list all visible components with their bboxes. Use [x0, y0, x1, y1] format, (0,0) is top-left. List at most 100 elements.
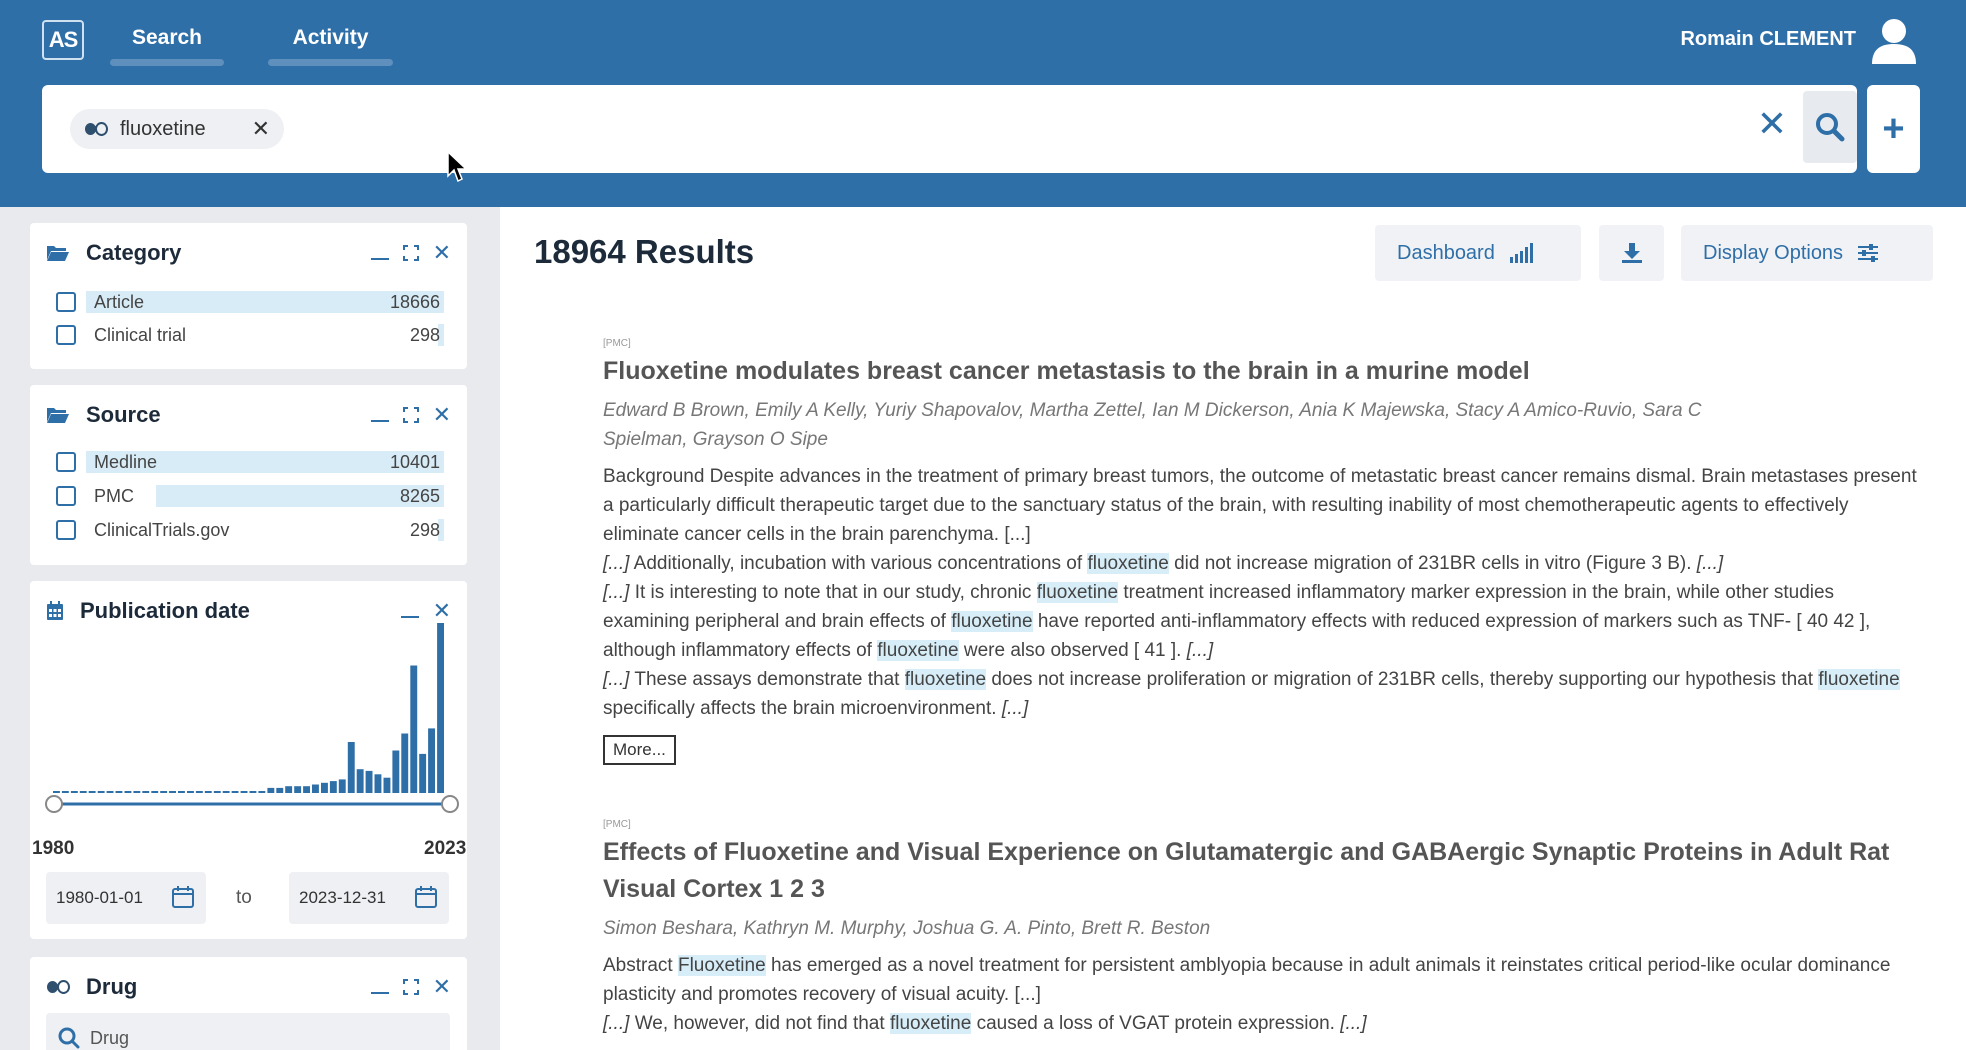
- category-item-article[interactable]: Article 18666: [56, 289, 450, 315]
- maximize-icon[interactable]: [402, 245, 419, 261]
- maximize-icon[interactable]: [402, 979, 419, 995]
- close-icon[interactable]: ✕: [433, 242, 451, 264]
- ellipsis: [...]: [1004, 524, 1031, 545]
- user-name[interactable]: Romain CLEMENT: [1680, 28, 1856, 51]
- source-item-medline[interactable]: Medline 10401: [56, 449, 450, 475]
- source-title: Source: [86, 402, 161, 427]
- tab-activity[interactable]: Activity: [268, 26, 393, 66]
- category-title: Category: [86, 240, 182, 265]
- abstract-text: It is interesting to note that in our st…: [634, 582, 1032, 603]
- mouse-cursor-icon: [447, 150, 468, 183]
- chip-remove-icon[interactable]: ✕: [252, 116, 270, 142]
- dashboard-button[interactable]: Dashboard: [1375, 225, 1581, 281]
- result-title[interactable]: Fluoxetine modulates breast cancer metas…: [603, 353, 1923, 390]
- search-button[interactable]: [1803, 91, 1857, 163]
- abstract-text: We, however, did not find that: [634, 1013, 885, 1034]
- filter-count: 298: [409, 324, 440, 345]
- dashboard-label: Dashboard: [1397, 241, 1495, 264]
- histogram-bar: [285, 786, 293, 793]
- display-options-label: Display Options: [1703, 241, 1844, 264]
- histogram-bar: [383, 777, 391, 793]
- histogram-bar: [169, 791, 176, 793]
- abstract-text: did not increase migration of 231BR cell…: [1174, 553, 1692, 574]
- histogram-bar: [374, 774, 382, 793]
- histogram-bar: [276, 787, 284, 793]
- ellipsis: [...]: [603, 1013, 630, 1034]
- calendar-icon[interactable]: [172, 886, 194, 908]
- histogram-bar: [249, 791, 257, 793]
- abstract-text: These assays demonstrate that: [634, 669, 900, 690]
- highlighted-term: fluoxetine: [1818, 669, 1900, 690]
- drug-search-input[interactable]: Drug: [46, 1013, 450, 1050]
- range-min-label: 1980: [32, 838, 75, 859]
- histogram-bar: [312, 784, 319, 793]
- checkbox[interactable]: [56, 520, 76, 540]
- folder-open-icon: [47, 246, 69, 261]
- publication-histogram[interactable]: [30, 621, 467, 821]
- filter-count: 8265: [399, 485, 440, 506]
- histogram-bar: [401, 733, 409, 793]
- highlighted-term: fluoxetine: [951, 611, 1033, 632]
- date-to-input[interactable]: 2023-12-31: [289, 872, 449, 924]
- highlighted-term: fluoxetine: [904, 669, 987, 690]
- category-item-clinical-trial[interactable]: Clinical trial 298: [56, 322, 450, 348]
- filter-label: PMC: [94, 485, 134, 506]
- range-slider-min-handle[interactable]: [45, 795, 63, 813]
- result-authors: Edward B Brown, Emily A Kelly, Yuriy Sha…: [603, 396, 1923, 454]
- source-item-clinicaltrials[interactable]: ClinicalTrials.gov 298: [56, 517, 450, 543]
- search-box[interactable]: fluoxetine ✕ ✕: [42, 85, 1857, 173]
- highlighted-term: fluoxetine: [1087, 553, 1169, 574]
- tab-activity-label: Activity: [292, 26, 369, 49]
- highlighted-term: Fluoxetine: [677, 955, 766, 976]
- close-icon[interactable]: ✕: [433, 976, 451, 998]
- histogram-bar: [410, 665, 418, 793]
- app-logo[interactable]: AS: [42, 20, 84, 60]
- date-to-value: 2023-12-31: [299, 888, 386, 907]
- plus-icon: +: [1882, 107, 1905, 150]
- source-item-pmc[interactable]: PMC 8265: [56, 483, 450, 509]
- filter-sidebar[interactable]: Category ✕ Article 18666 Clinical trial …: [0, 207, 500, 1050]
- histogram-bar: [329, 781, 337, 793]
- histogram-bar: [70, 791, 78, 793]
- histogram-bar: [142, 791, 150, 793]
- abstract-text: Background Despite advances in the treat…: [603, 466, 1917, 545]
- results-pane[interactable]: 18964 Results Dashboard Display Options …: [500, 207, 1966, 1050]
- range-slider-max-handle[interactable]: [441, 795, 459, 813]
- histogram-bar: [106, 791, 114, 793]
- filter-label: Article: [94, 291, 145, 312]
- maximize-icon[interactable]: [402, 407, 419, 423]
- close-icon[interactable]: ✕: [433, 600, 451, 622]
- checkbox[interactable]: [56, 292, 76, 312]
- search-chip-label: fluoxetine: [120, 117, 206, 140]
- minimize-icon[interactable]: [400, 604, 419, 618]
- clear-search-icon[interactable]: ✕: [1757, 103, 1787, 145]
- checkbox[interactable]: [56, 325, 76, 345]
- filter-count: 10401: [389, 451, 440, 472]
- calendar-icon[interactable]: [415, 886, 437, 908]
- histogram-bar: [240, 791, 248, 793]
- user-avatar-icon[interactable]: [1868, 14, 1920, 66]
- minimize-icon[interactable]: [370, 246, 389, 260]
- histogram-bar: [294, 786, 302, 793]
- minimize-icon[interactable]: [370, 408, 389, 422]
- checkbox[interactable]: [56, 452, 76, 472]
- histogram-bar: [365, 770, 373, 793]
- more-button[interactable]: More...: [603, 735, 676, 765]
- highlighted-term: fluoxetine: [1036, 582, 1119, 603]
- tab-search[interactable]: Search: [110, 26, 224, 66]
- result-title[interactable]: Effects of Fluoxetine and Visual Experie…: [603, 834, 1923, 908]
- search-chip[interactable]: fluoxetine ✕: [70, 109, 284, 149]
- histogram-bar: [258, 791, 266, 793]
- abstract-text: were also observed [ 41 ].: [963, 640, 1182, 661]
- checkbox[interactable]: [56, 486, 76, 506]
- histogram-bar: [338, 779, 346, 793]
- date-from-input[interactable]: 1980-01-01: [46, 872, 206, 924]
- display-options-button[interactable]: Display Options: [1681, 225, 1933, 281]
- download-button[interactable]: [1599, 225, 1664, 281]
- close-icon[interactable]: ✕: [433, 404, 451, 426]
- minimize-icon[interactable]: [370, 980, 389, 994]
- results-count: 18964 Results: [534, 233, 755, 270]
- histogram-bar: [437, 623, 444, 793]
- add-search-button[interactable]: +: [1867, 85, 1920, 173]
- authors-line: Spielman, Grayson O Sipe: [603, 429, 828, 450]
